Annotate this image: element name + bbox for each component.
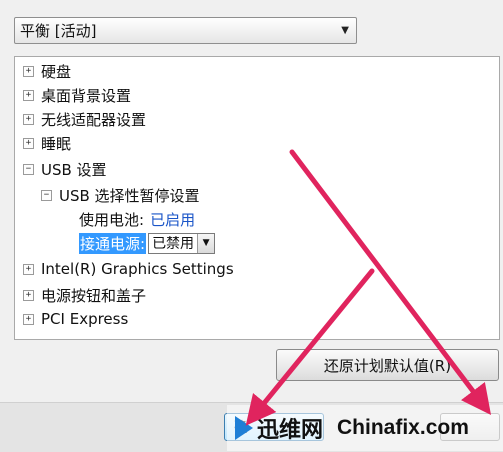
tree-item-label: Intel(R) Graphics Settings (41, 260, 234, 278)
watermark: 迅维网 Chinafix.com (227, 405, 503, 451)
tree-item-hard-disk[interactable]: + 硬盘 (23, 59, 71, 83)
tree-item-usb-settings[interactable]: − USB 设置 (23, 157, 107, 181)
tree-item-label: 电源按钮和盖子 (41, 286, 147, 305)
tree-item-power-buttons-lid[interactable]: + 电源按钮和盖子 (23, 283, 146, 307)
tree-item-intel-graphics[interactable]: + Intel(R) Graphics Settings (23, 257, 234, 281)
tree-item-label: USB 设置 (41, 160, 107, 179)
expand-icon[interactable]: + (23, 113, 34, 125)
tree-item-label: 硬盘 (41, 62, 72, 81)
expand-icon[interactable]: + (23, 289, 34, 301)
tree-item-pci-express[interactable]: + PCI Express (23, 307, 128, 331)
tree-item-wireless-adapter[interactable]: + 无线适配器设置 (23, 107, 146, 131)
setting-value-battery[interactable]: 已启用 (150, 209, 195, 230)
collapse-icon[interactable]: − (23, 163, 34, 175)
watermark-logo-icon (235, 416, 253, 440)
expand-icon[interactable]: + (23, 137, 34, 149)
expand-icon[interactable]: + (23, 89, 34, 101)
setting-plugged-in[interactable]: 接通电源: 已禁用 ▼ (79, 231, 216, 255)
chevron-down-icon: ▼ (341, 25, 349, 36)
setting-label-plugged-in: 接通电源: (79, 232, 147, 254)
tree-item-sleep[interactable]: + 睡眠 (23, 131, 71, 155)
plan-dropdown-value: 平衡 [活动] (20, 22, 97, 40)
tree-item-label: 无线适配器设置 (41, 110, 147, 129)
setting-on-battery[interactable]: 使用电池: 已启用 (79, 207, 195, 231)
tree-item-label: PCI Express (41, 310, 129, 328)
plugged-in-value: 已禁用 (152, 236, 195, 252)
watermark-cn-text: 迅维网 (257, 418, 324, 443)
tree-item-usb-selective-suspend[interactable]: − USB 选择性暂停设置 (41, 183, 200, 207)
plan-dropdown[interactable]: 平衡 [活动] ▼ (14, 17, 357, 44)
expand-icon[interactable]: + (23, 263, 34, 275)
plugged-in-value-dropdown[interactable]: 已禁用 ▼ (148, 232, 216, 254)
settings-tree[interactable]: + 硬盘 + 桌面背景设置 + 无线适配器设置 + 睡眠 − USB 设置 − … (14, 56, 500, 340)
tree-item-label: 桌面背景设置 (41, 86, 132, 105)
chevron-down-icon[interactable]: ▼ (197, 233, 215, 253)
setting-label-battery: 使用电池: (79, 210, 145, 229)
expand-icon[interactable]: + (23, 65, 34, 77)
restore-defaults-button[interactable]: 还原计划默认值(R) (276, 349, 499, 381)
tree-item-label: 睡眠 (41, 134, 72, 153)
expand-icon[interactable]: + (23, 313, 34, 325)
collapse-icon[interactable]: − (41, 189, 52, 201)
watermark-en-text: Chinafix.com (337, 416, 469, 439)
tree-item-desktop-background[interactable]: + 桌面背景设置 (23, 83, 131, 107)
tree-item-label: USB 选择性暂停设置 (59, 186, 200, 205)
